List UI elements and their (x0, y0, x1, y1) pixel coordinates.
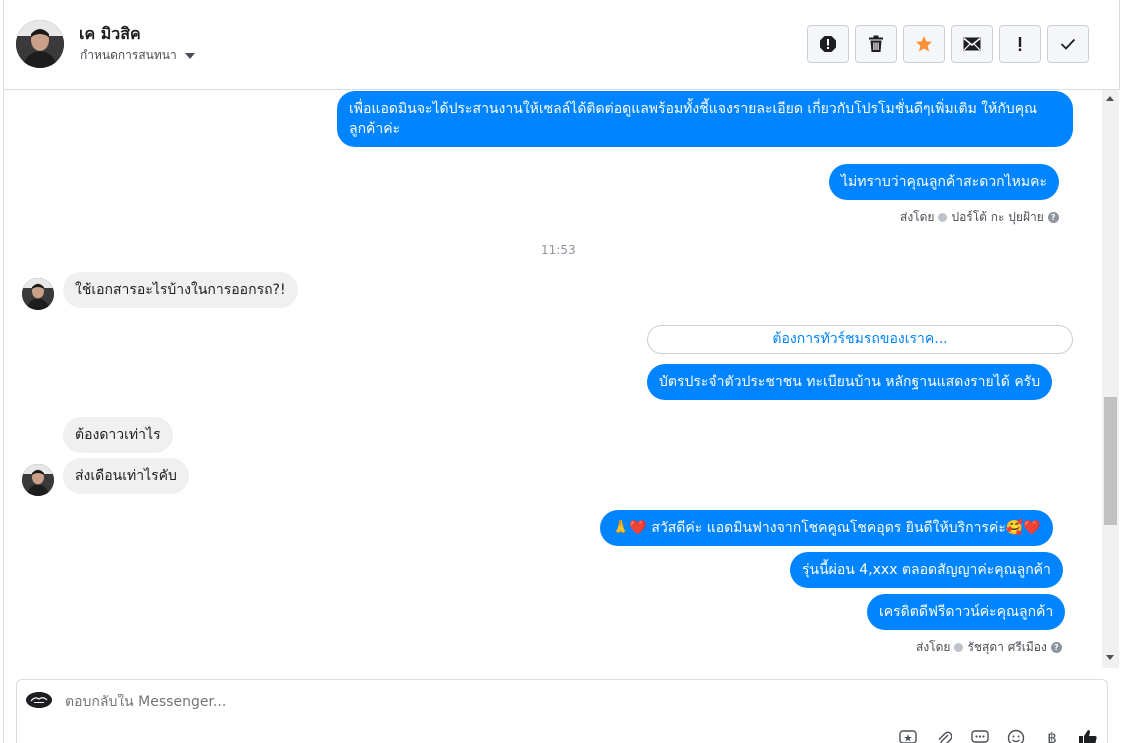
message-outgoing[interactable]: รุ่นนี้ผ่อน 4,xxx ตลอดสัญญาค่ะคุณลูกค้า (790, 552, 1063, 588)
sent-by-prefix: ส่งโดย (900, 210, 935, 224)
message-incoming[interactable]: ต้องดาวเท่าไร (63, 417, 173, 453)
saved-replies-button[interactable] (897, 728, 919, 743)
mark-unread-button[interactable] (951, 25, 993, 63)
contact-avatar-small[interactable] (22, 464, 54, 496)
attach-file-button[interactable] (933, 728, 955, 743)
report-spam-icon (820, 36, 836, 52)
sender-status-icon (938, 213, 948, 222)
message-outgoing[interactable]: เครดิตดีฟรีดาวน์ค่ะคุณลูกค้า (867, 594, 1066, 630)
delete-button[interactable] (855, 25, 897, 63)
envelope-icon (963, 37, 981, 51)
message-outgoing[interactable]: 🙏❤️ สวัสดีค่ะ แอดมินฟางจากโชคคูณโชคอุดร … (600, 510, 1053, 546)
message-thread[interactable]: เพื่อแอดมินจะได้ประสานงานให้เซลล์ได้ติดต… (4, 90, 1102, 668)
help-icon[interactable]: ? (1047, 212, 1059, 223)
message-timestamp: 11:53 (541, 243, 576, 257)
quick-reply-button[interactable]: ต้องการทัวร์ชมรถของเราค... (647, 325, 1073, 354)
scrollbar-thumb[interactable] (1104, 397, 1117, 525)
scroll-down-arrow-icon[interactable] (1106, 655, 1114, 660)
message-outgoing[interactable]: เพื่อแอดมินจะได้ประสานงานให้เซลล์ได้ติดต… (337, 91, 1073, 147)
message-outgoing[interactable]: บัตรประจำตัวประชาชน ทะเบียนบ้าน หลักฐานแ… (647, 364, 1053, 400)
reply-input[interactable] (65, 694, 765, 710)
chat-bubble-icon (971, 730, 989, 743)
message-options-button[interactable] (969, 728, 991, 743)
message-incoming[interactable]: ส่งเดือนเท่าไรคับ (63, 458, 189, 494)
sent-by-label: ส่งโดย ปอร์โต้ กะ ปุยฝ้าย ? (900, 208, 1059, 227)
star-button[interactable] (903, 25, 945, 63)
report-spam-button[interactable] (807, 25, 849, 63)
sender-name[interactable]: ปอร์โต้ กะ ปุยฝ้าย (951, 208, 1043, 227)
page-avatar (26, 692, 52, 708)
sent-by-prefix: ส่งโดย (916, 640, 951, 654)
conversation-header: เค มิวสิค กำหนดการสนทนา (4, 0, 1119, 90)
follow-up-button[interactable] (999, 25, 1041, 63)
thumbs-up-icon (1079, 730, 1097, 743)
sender-status-icon (954, 643, 964, 652)
reply-composer: ฿ (16, 679, 1108, 743)
like-button[interactable] (1077, 728, 1099, 743)
right-divider (1119, 0, 1120, 90)
baht-icon: ฿ (1047, 729, 1057, 743)
contact-name[interactable]: เค มิวสิค (79, 22, 141, 47)
emoji-button[interactable] (1005, 728, 1027, 743)
checkmark-icon (1060, 38, 1076, 50)
scroll-up-arrow-icon[interactable] (1106, 96, 1114, 101)
caret-down-icon (184, 52, 195, 59)
payment-button[interactable]: ฿ (1041, 728, 1063, 743)
conversation-schedule-dropdown[interactable]: กำหนดการสนทนา (80, 46, 195, 65)
contact-avatar[interactable] (16, 20, 64, 68)
contact-avatar-small[interactable] (22, 278, 54, 310)
message-incoming[interactable]: ใช้เอกสารอะไรบ้างในการออกรถ?! (63, 272, 298, 308)
inbox-conversation-pane: เค มิวสิค กำหนดการสนทนา เพื่อแอดมินจะได้… (0, 0, 1125, 743)
trash-icon (869, 35, 883, 52)
message-outgoing[interactable]: ไม่ทราบว่าคุณลูกค้าสะดวกไหมคะ (829, 164, 1060, 200)
mark-done-button[interactable] (1047, 25, 1089, 63)
sender-name[interactable]: รัชสุดา ศรีเมือง (967, 638, 1046, 657)
schedule-label: กำหนดการสนทนา (80, 48, 177, 62)
thread-scrollbar[interactable] (1102, 90, 1119, 668)
composer-toolbar: ฿ (897, 728, 1099, 743)
header-toolbar (807, 25, 1089, 63)
help-icon[interactable]: ? (1050, 642, 1062, 653)
smiley-icon (1007, 729, 1025, 743)
saved-reply-icon (899, 730, 917, 743)
paperclip-icon (938, 731, 952, 743)
sent-by-label: ส่งโดย รัชสุดา ศรีเมือง ? (916, 638, 1062, 657)
exclamation-icon (1018, 37, 1022, 51)
star-icon (916, 36, 932, 52)
